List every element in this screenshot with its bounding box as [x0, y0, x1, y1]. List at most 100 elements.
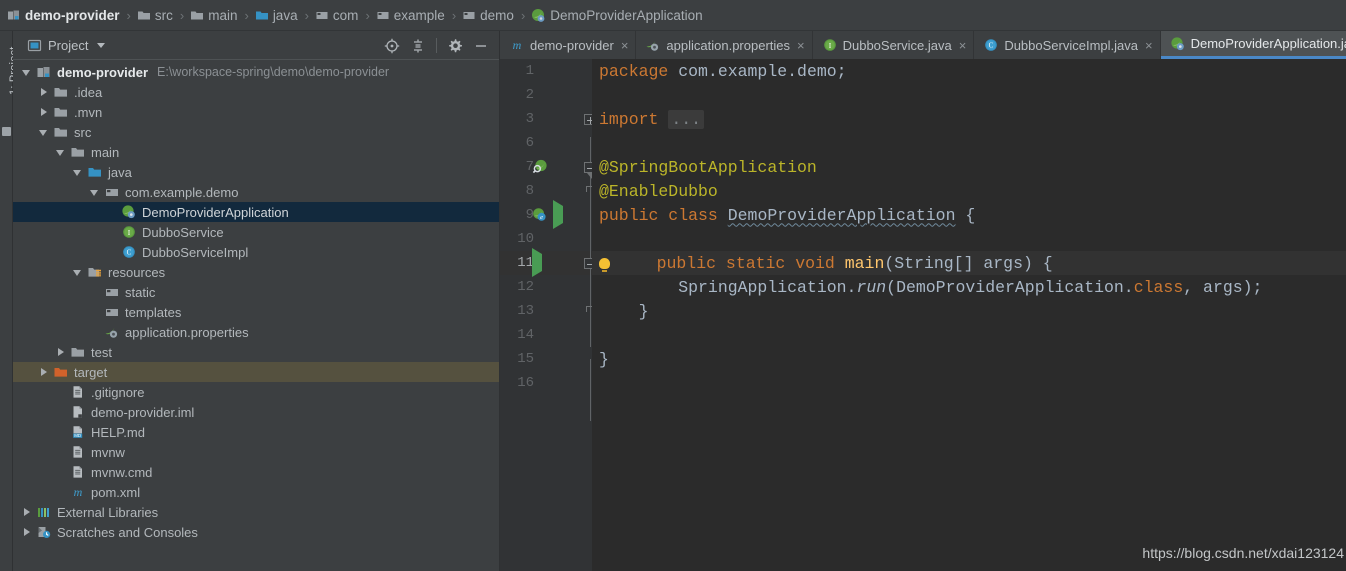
collapse-all-icon[interactable] [406, 34, 430, 58]
tree-row[interactable]: External Libraries [13, 502, 499, 522]
code-line[interactable]: } [592, 299, 1346, 323]
left-tool-strip: 1: Project [0, 31, 20, 571]
gutter-line[interactable]: 2 [500, 83, 592, 107]
chevron-right-icon[interactable] [38, 107, 49, 118]
breadcrumb-item-module[interactable]: demo-provider [6, 0, 121, 30]
code-line[interactable]: @EnableDubbo [592, 179, 1346, 203]
code-line[interactable] [592, 83, 1346, 107]
chevron-down-icon[interactable] [89, 187, 100, 198]
chevron-down-icon[interactable] [72, 267, 83, 278]
tree-row[interactable]: .mvn [13, 102, 499, 122]
breadcrumb-item-example[interactable]: example [375, 0, 446, 30]
gutter-line[interactable]: 14 [500, 323, 592, 347]
chevron-right-icon[interactable] [38, 87, 49, 98]
chevron-right-icon[interactable] [21, 527, 32, 538]
tree-row[interactable]: demo-provider.iml [13, 402, 499, 422]
tree-row[interactable]: com.example.demo [13, 182, 499, 202]
close-icon[interactable]: × [621, 39, 629, 52]
locate-in-tree-icon[interactable] [380, 34, 404, 58]
code-text-area[interactable]: package com.example.demo; import ... @Spri… [592, 59, 1346, 571]
tree-row[interactable]: mvnw [13, 442, 499, 462]
tree-row[interactable]: mvnw.cmd [13, 462, 499, 482]
breadcrumb-item-java[interactable]: java [254, 0, 299, 30]
tree-row[interactable]: main [13, 142, 499, 162]
gear-icon[interactable] [443, 34, 467, 58]
breadcrumb-item-com[interactable]: com [314, 0, 360, 30]
chevron-down-icon[interactable] [55, 147, 66, 158]
tree-row[interactable]: DemoProviderApplication [13, 202, 499, 222]
gutter-line[interactable]: 3 [500, 107, 592, 131]
code-line[interactable]: public class DemoProviderApplication { [592, 203, 1346, 227]
chevron-down-icon[interactable] [72, 167, 83, 178]
breadcrumb-item-class[interactable]: DemoProviderApplication [530, 0, 703, 30]
gutter-line[interactable]: 7 [500, 155, 592, 179]
editor-tab[interactable]: m demo-provider × [500, 31, 637, 59]
code-line[interactable]: SpringApplication. run (DemoProviderApplic… [592, 275, 1346, 299]
gutter-line[interactable]: 11 [500, 248, 592, 277]
code-line[interactable]: import ... [592, 107, 1346, 131]
editor-tab[interactable]: C DubboServiceImpl.java × [974, 31, 1161, 59]
tree-row[interactable]: C DubboServiceImpl [13, 242, 499, 262]
close-icon[interactable]: × [1145, 39, 1153, 52]
code-line[interactable]: } [592, 347, 1346, 371]
tree-row[interactable]: demo-provider E:\workspace-spring\demo\de… [13, 62, 499, 82]
tree-row[interactable]: resources [13, 262, 499, 282]
project-tree[interactable]: demo-provider E:\workspace-spring\demo\de… [13, 60, 499, 571]
tree-row[interactable]: .idea [13, 82, 499, 102]
tree-row[interactable]: static [13, 282, 499, 302]
chevron-down-icon[interactable] [21, 67, 32, 78]
code-line[interactable] [592, 131, 1346, 155]
editor-tab[interactable]: DemoProviderApplication.ja [1160, 31, 1346, 59]
tree-row[interactable]: I DubboService [13, 222, 499, 242]
close-icon[interactable]: × [959, 39, 967, 52]
code-line[interactable]: public static void main (String[] args) { [592, 251, 1346, 275]
tree-row[interactable]: MD HELP.md [13, 422, 499, 442]
structure-tool-glyph[interactable] [2, 127, 11, 136]
editor-gutter[interactable]: 1 2 3 6 7 8 9 e 10 11 12 13 14 15 16 [500, 59, 592, 571]
gutter-line[interactable]: 15 [500, 347, 592, 371]
code-line[interactable] [592, 227, 1346, 251]
editor-tab-bar[interactable]: m demo-provider × application.properties × I D… [500, 31, 1346, 59]
tree-row[interactable]: test [13, 342, 499, 362]
chevron-right-icon[interactable] [55, 347, 66, 358]
gutter-line[interactable]: 16 [500, 371, 592, 395]
chevron-right-icon[interactable] [38, 367, 49, 378]
tree-row[interactable]: m pom.xml [13, 482, 499, 502]
spring-bean-icon[interactable]: e [532, 207, 548, 223]
gutter-line[interactable]: 6 [500, 131, 592, 155]
close-icon[interactable]: × [797, 39, 805, 52]
tree-row[interactable]: Scratches and Consoles [13, 522, 499, 542]
code-line[interactable]: package com.example.demo; [592, 59, 1346, 83]
tree-row[interactable]: src [13, 122, 499, 142]
tree-row[interactable]: target [13, 362, 499, 382]
chevron-down-icon[interactable] [97, 42, 106, 48]
code-line[interactable] [592, 371, 1346, 395]
tree-row[interactable]: java [13, 162, 499, 182]
editor-body[interactable]: 1 2 3 6 7 8 9 e 10 11 12 13 14 15 16 package com.examp… [500, 59, 1346, 571]
chevron-down-icon[interactable] [38, 127, 49, 138]
project-tree-scrollbar[interactable] [13, 566, 500, 571]
editor-tab[interactable]: I DubboService.java × [813, 31, 975, 59]
gutter-line[interactable]: 10 [500, 227, 592, 251]
minimize-icon[interactable] [469, 34, 493, 58]
code-line[interactable]: @SpringBootApplication [592, 155, 1346, 179]
gutter-line[interactable]: 8 [500, 179, 592, 203]
run-icon[interactable] [553, 200, 563, 229]
tree-row[interactable]: templates [13, 302, 499, 322]
project-view-selector[interactable]: Project [27, 38, 106, 53]
breadcrumb-item-src[interactable]: src [136, 0, 174, 30]
gutter-line[interactable]: 13 [500, 299, 592, 323]
intention-bulb-icon[interactable] [599, 257, 610, 272]
gutter-line[interactable]: 1 [500, 59, 592, 83]
editor-tab[interactable]: application.properties × [636, 31, 813, 59]
run-icon[interactable] [532, 248, 542, 277]
spring-search-icon[interactable] [532, 159, 548, 175]
breadcrumb-item-main[interactable]: main [189, 0, 238, 30]
chevron-right-icon[interactable] [21, 507, 32, 518]
tree-row[interactable]: application.properties [13, 322, 499, 342]
code-line[interactable] [592, 323, 1346, 347]
gutter-line[interactable]: 12 [500, 275, 592, 299]
breadcrumb-item-demo[interactable]: demo [461, 0, 515, 30]
tree-row[interactable]: .gitignore [13, 382, 499, 402]
gutter-line[interactable]: 9e [500, 200, 592, 229]
